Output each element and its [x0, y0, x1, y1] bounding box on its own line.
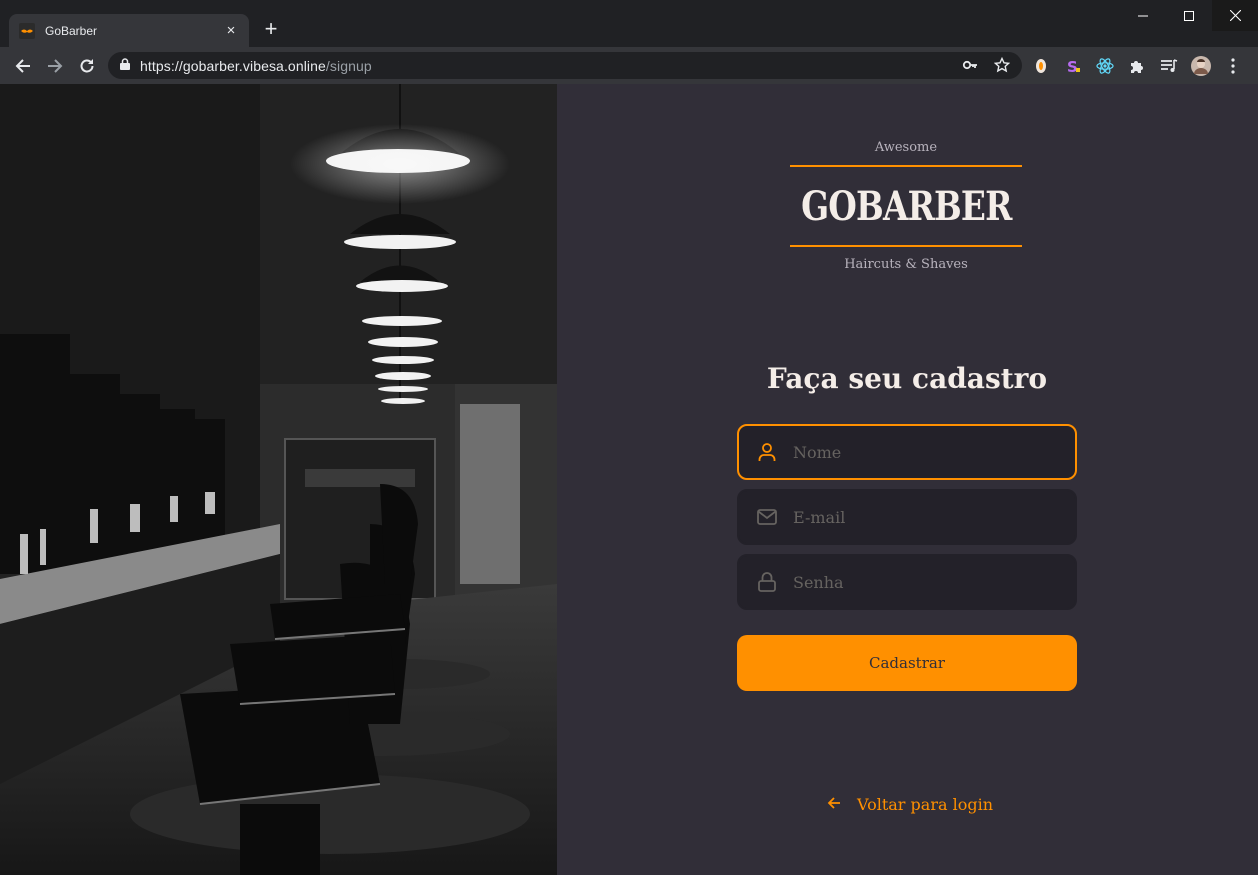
- extensions-area: S: [1030, 52, 1243, 79]
- back-to-login-link[interactable]: Voltar para login: [827, 795, 993, 814]
- browser-titlebar: GoBarber × +: [0, 0, 1258, 47]
- lock-icon: [755, 570, 779, 594]
- profile-avatar[interactable]: [1190, 55, 1211, 76]
- extension-s-icon[interactable]: S: [1062, 55, 1083, 76]
- url-text: https://gobarber.vibesa.online/signup: [140, 57, 372, 74]
- signup-form-area: Awesome GOBARBER Haircuts & Shaves Faça …: [557, 84, 1258, 875]
- name-input[interactable]: [793, 442, 1059, 462]
- barbershop-background-image: [0, 84, 557, 875]
- lock-icon[interactable]: [120, 57, 130, 75]
- extensions-puzzle-icon[interactable]: [1126, 55, 1147, 76]
- window-controls: [1120, 0, 1258, 31]
- password-field[interactable]: [737, 554, 1077, 610]
- back-to-login-label: Voltar para login: [857, 795, 994, 814]
- logo-title: GOBARBER: [800, 182, 1012, 230]
- signup-page: Awesome GOBARBER Haircuts & Shaves Faça …: [0, 84, 1258, 875]
- arrow-left-icon: [827, 795, 841, 814]
- name-field[interactable]: [737, 424, 1077, 480]
- logo-tagline-bottom: Haircuts & Shaves: [844, 257, 968, 272]
- password-input[interactable]: [793, 572, 1059, 592]
- user-icon: [755, 440, 779, 464]
- gobarber-logo: Awesome GOBARBER Haircuts & Shaves: [790, 140, 1022, 272]
- back-arrow-icon[interactable]: [9, 52, 37, 80]
- extension-ghost-icon[interactable]: [1030, 55, 1051, 76]
- logo-divider-bottom: [790, 245, 1022, 247]
- mail-icon: [755, 505, 779, 529]
- signup-button[interactable]: Cadastrar: [737, 635, 1077, 691]
- gobarber-favicon-icon: [19, 22, 35, 39]
- maximize-icon[interactable]: [1166, 0, 1212, 31]
- react-devtools-icon[interactable]: [1094, 55, 1115, 76]
- window-close-icon[interactable]: [1212, 0, 1258, 31]
- logo-divider-top: [790, 165, 1022, 167]
- address-bar[interactable]: https://gobarber.vibesa.online/signup: [108, 52, 1022, 79]
- browser-menu-icon[interactable]: [1222, 55, 1243, 76]
- browser-tab[interactable]: GoBarber ×: [9, 14, 249, 47]
- email-field[interactable]: [737, 489, 1077, 545]
- bookmark-star-icon[interactable]: [993, 56, 1011, 78]
- tab-close-icon[interactable]: ×: [223, 22, 239, 39]
- forward-arrow-icon[interactable]: [41, 52, 69, 80]
- logo-wordmark: GOBARBER: [790, 177, 1022, 235]
- tab-title: GoBarber: [45, 23, 98, 38]
- page-title: Faça seu cadastro: [766, 362, 1048, 395]
- new-tab-button[interactable]: +: [258, 17, 284, 43]
- media-queue-icon[interactable]: [1158, 55, 1179, 76]
- email-input[interactable]: [793, 507, 1059, 527]
- reload-icon[interactable]: [73, 52, 101, 80]
- key-icon[interactable]: [962, 57, 978, 78]
- logo-tagline-top: Awesome: [874, 140, 938, 155]
- minimize-icon[interactable]: [1120, 0, 1166, 31]
